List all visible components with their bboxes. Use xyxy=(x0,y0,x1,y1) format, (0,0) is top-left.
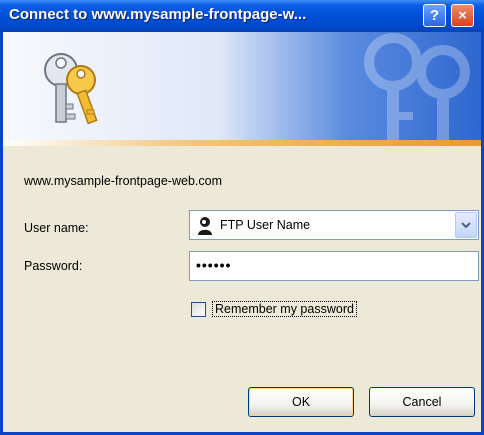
title-bar[interactable]: Connect to www.mysample-frontpage-w... ?… xyxy=(0,0,484,32)
password-field[interactable]: •••••• xyxy=(189,251,479,281)
chevron-down-icon xyxy=(461,222,471,229)
remember-password-label[interactable]: Remember my password xyxy=(212,301,357,317)
close-button[interactable]: × xyxy=(451,4,474,27)
username-label: User name: xyxy=(24,221,89,235)
keys-watermark-icon xyxy=(364,33,470,142)
username-combobox[interactable]: FTP User Name xyxy=(189,210,479,240)
banner xyxy=(3,32,481,142)
banner-divider xyxy=(3,140,481,146)
user-icon xyxy=(198,217,212,235)
password-label: Password: xyxy=(24,259,83,273)
login-dialog: Connect to www.mysample-frontpage-w... ?… xyxy=(0,0,484,435)
ok-button[interactable]: OK xyxy=(248,387,354,417)
username-dropdown-button[interactable] xyxy=(455,212,477,238)
keys-icon xyxy=(44,53,98,125)
window-title: Connect to www.mysample-frontpage-w... xyxy=(9,6,307,23)
remember-password-checkbox[interactable] xyxy=(191,302,206,317)
help-button[interactable]: ? xyxy=(423,4,446,27)
cancel-button[interactable]: Cancel xyxy=(369,387,475,417)
server-address: www.mysample-frontpage-web.com xyxy=(24,174,222,188)
username-value: FTP User Name xyxy=(220,218,311,232)
